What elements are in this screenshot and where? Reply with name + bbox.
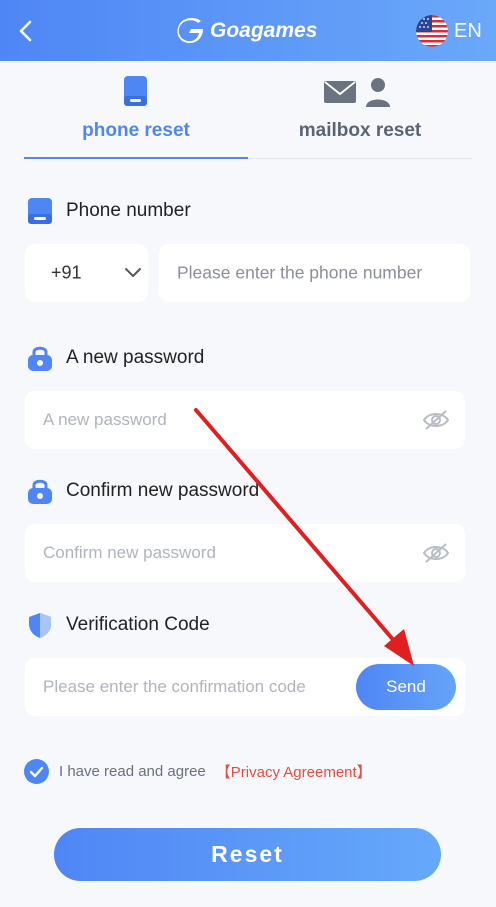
mail-user-icon <box>324 78 390 107</box>
chevron-left-icon[interactable] <box>14 18 40 44</box>
new-password-label: A new password <box>66 347 205 368</box>
reset-button[interactable]: Reset <box>54 828 441 881</box>
tab-divider <box>248 158 472 159</box>
tab-mailbox-reset[interactable]: mailbox reset <box>248 61 472 159</box>
eye-off-icon[interactable] <box>422 541 450 565</box>
confirm-password-label-row: Confirm new password <box>26 477 259 505</box>
eye-off-icon[interactable] <box>422 408 450 432</box>
phone-icon <box>28 198 52 224</box>
verification-code-label: Verification Code <box>66 614 210 635</box>
active-tab-indicator <box>24 157 248 159</box>
confirm-password-placeholder: Confirm new password <box>43 543 216 562</box>
agreement-checkbox[interactable] <box>24 759 49 784</box>
verification-code-placeholder: Please enter the confirmation code <box>43 677 306 696</box>
privacy-agreement-link[interactable]: 【Privacy Agreement】 <box>216 761 372 782</box>
chevron-down-icon <box>125 268 141 277</box>
new-password-label-row: A new password <box>26 344 204 372</box>
new-password-placeholder: A new password <box>43 410 167 429</box>
agreement-text: I have read and agree <box>59 763 206 780</box>
phone-number-label-row: Phone number <box>26 197 191 225</box>
logo-icon <box>177 18 203 44</box>
phone-number-placeholder: Please enter the phone number <box>177 262 423 283</box>
verification-code-label-row: Verification Code <box>26 611 210 639</box>
tab-phone-reset[interactable]: phone reset <box>24 61 248 159</box>
country-code-value: +91 <box>51 262 82 283</box>
country-code-select[interactable]: +91 <box>25 244 148 302</box>
agreement-row: I have read and agree 【Privacy Agreement… <box>24 759 372 784</box>
lock-icon <box>28 479 52 504</box>
app-logo: Goagames <box>176 16 317 46</box>
app-name: Goagames <box>210 19 318 42</box>
shield-icon <box>29 613 51 638</box>
new-password-input[interactable]: A new password <box>25 391 465 449</box>
verification-code-input[interactable]: Please enter the confirmation code Send <box>25 658 465 716</box>
app-header: Goagames EN <box>0 0 496 61</box>
reset-method-tabs: phone reset mailbox reset <box>24 61 472 159</box>
confirm-password-input[interactable]: Confirm new password <box>25 524 465 582</box>
tab-label: mailbox reset <box>298 120 422 141</box>
confirm-password-label: Confirm new password <box>66 480 260 501</box>
send-code-button[interactable]: Send <box>356 664 456 710</box>
check-icon <box>29 766 44 777</box>
lock-icon <box>28 346 52 371</box>
us-flag-icon <box>416 15 448 47</box>
tab-label: phone reset <box>82 120 190 141</box>
phone-number-input[interactable]: Please enter the phone number <box>159 244 470 302</box>
phone-number-label: Phone number <box>66 200 191 221</box>
language-label: EN <box>454 19 482 42</box>
phone-icon <box>124 76 147 106</box>
language-selector[interactable]: EN <box>416 15 482 47</box>
